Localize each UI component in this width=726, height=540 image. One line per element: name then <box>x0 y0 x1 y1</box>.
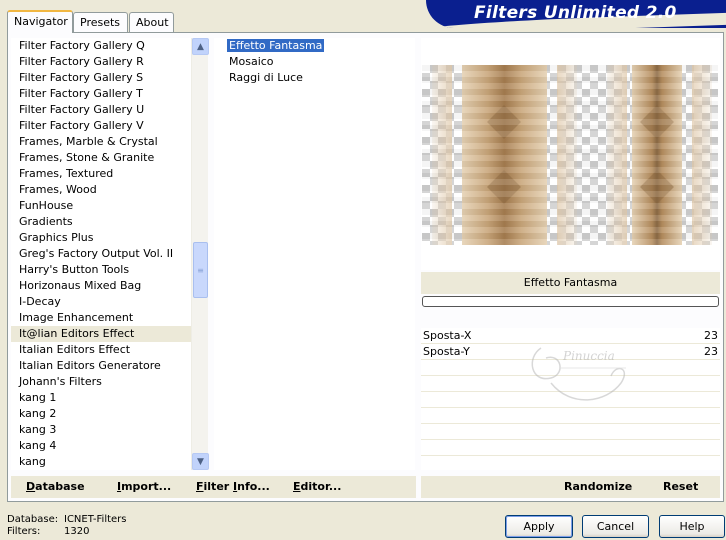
scroll-down-button[interactable]: ▼ <box>192 453 209 470</box>
param-value: 23 <box>704 329 718 342</box>
category-item[interactable]: Horizonaus Mixed Bag <box>11 278 191 294</box>
param-value: 23 <box>704 345 718 358</box>
database-value: ICNET-Filters <box>64 514 127 525</box>
category-item[interactable]: kang 3 <box>11 422 191 438</box>
scroll-thumb[interactable]: ≡ <box>193 242 208 298</box>
category-item[interactable]: Frames, Marble & Crystal <box>11 134 191 150</box>
filter-info-button[interactable]: Filter Info... <box>196 480 270 493</box>
category-item[interactable]: kang 4 <box>11 438 191 454</box>
filter-item[interactable]: Raggi di Luce <box>214 70 415 86</box>
category-item[interactable]: kang 2 <box>11 406 191 422</box>
editor-button[interactable]: Editor... <box>293 480 341 493</box>
chevron-up-icon: ▲ <box>197 41 204 52</box>
category-scrollbar[interactable]: ▲ ≡ ▼ <box>191 38 209 470</box>
category-item[interactable]: Filter Factory Gallery Q <box>11 38 191 54</box>
import-button[interactable]: Import... <box>117 480 171 493</box>
filter-item[interactable]: Mosaico <box>214 54 415 70</box>
category-item[interactable]: Graphics Plus <box>11 230 191 246</box>
filter-list[interactable]: Effetto Fantasma Mosaico Raggi di Luce <box>214 38 415 470</box>
current-filter-name: Effetto Fantasma <box>421 272 720 294</box>
filter-item-label: Raggi di Luce <box>229 71 303 84</box>
status-info: Database: ICNET-Filters Filters: 1320 <box>7 514 127 538</box>
param-row-empty[interactable] <box>421 440 720 456</box>
progress-bar <box>422 296 719 307</box>
filters-count-value: 1320 <box>64 526 90 537</box>
randomize-button[interactable]: Randomize <box>564 480 632 493</box>
svg-text:Pinuccia: Pinuccia <box>562 349 615 363</box>
param-row-empty[interactable] <box>421 424 720 440</box>
category-item[interactable]: kang 1 <box>11 390 191 406</box>
watermark-logo: Pinuccia <box>531 347 626 401</box>
param-name: Sposta-Y <box>423 345 470 358</box>
parameter-panel: Sposta-X 23 Sposta-Y 23 Pinuccia <box>421 328 720 470</box>
category-item[interactable]: Italian Editors Generatore <box>11 358 191 374</box>
left-toolbar: Database Import... Filter Info... Editor… <box>11 476 416 498</box>
category-item[interactable]: Johann's Filters <box>11 374 191 390</box>
category-item[interactable]: Filter Factory Gallery V <box>11 118 191 134</box>
tab-about[interactable]: About <box>129 12 174 32</box>
database-button[interactable]: Database <box>26 480 85 493</box>
category-item[interactable]: Filter Factory Gallery U <box>11 102 191 118</box>
help-button[interactable]: Help <box>659 515 725 538</box>
filters-count-label: Filters: <box>7 526 41 537</box>
filter-item-label: Mosaico <box>229 55 274 68</box>
category-item[interactable]: It@lian Editors Effect <box>11 326 191 342</box>
category-item[interactable]: Filter Factory Gallery S <box>11 70 191 86</box>
category-item[interactable]: Harry's Button Tools <box>11 262 191 278</box>
grip-icon: ≡ <box>197 265 204 275</box>
reset-button[interactable]: Reset <box>663 480 698 493</box>
category-item[interactable]: kang <box>11 454 191 470</box>
app-title: Filters Unlimited 2.0 <box>474 3 677 23</box>
category-item[interactable]: Filter Factory Gallery R <box>11 54 191 70</box>
category-item[interactable]: FunHouse <box>11 198 191 214</box>
category-item[interactable]: Italian Editors Effect <box>11 342 191 358</box>
category-item[interactable]: Frames, Wood <box>11 182 191 198</box>
param-name: Sposta-X <box>423 329 472 342</box>
category-item[interactable]: Image Enhancement <box>11 310 191 326</box>
category-item[interactable]: Gradients <box>11 214 191 230</box>
category-item[interactable]: Greg's Factory Output Vol. II <box>11 246 191 262</box>
tab-navigator[interactable]: Navigator <box>7 10 73 33</box>
database-label: Database: <box>7 514 59 525</box>
category-item[interactable]: Frames, Stone & Granite <box>11 150 191 166</box>
preview-image <box>422 65 718 245</box>
category-list[interactable]: Filter Factory Gallery Q Filter Factory G… <box>11 38 191 470</box>
category-item[interactable]: Filter Factory Gallery T <box>11 86 191 102</box>
param-row-empty[interactable] <box>421 408 720 424</box>
category-item[interactable]: I-Decay <box>11 294 191 310</box>
cancel-button[interactable]: Cancel <box>582 515 649 538</box>
header-banner: Filters Unlimited 2.0 <box>426 0 726 28</box>
scroll-up-button[interactable]: ▲ <box>192 38 209 55</box>
right-toolbar: Randomize Reset <box>421 476 720 498</box>
tab-presets[interactable]: Presets <box>73 12 128 32</box>
filter-item[interactable]: Effetto Fantasma <box>214 38 415 54</box>
filter-item-label: Effetto Fantasma <box>227 39 325 52</box>
chevron-down-icon: ▼ <box>197 456 204 467</box>
category-item[interactable]: Frames, Textured <box>11 166 191 182</box>
apply-button[interactable]: Apply <box>505 515 573 538</box>
